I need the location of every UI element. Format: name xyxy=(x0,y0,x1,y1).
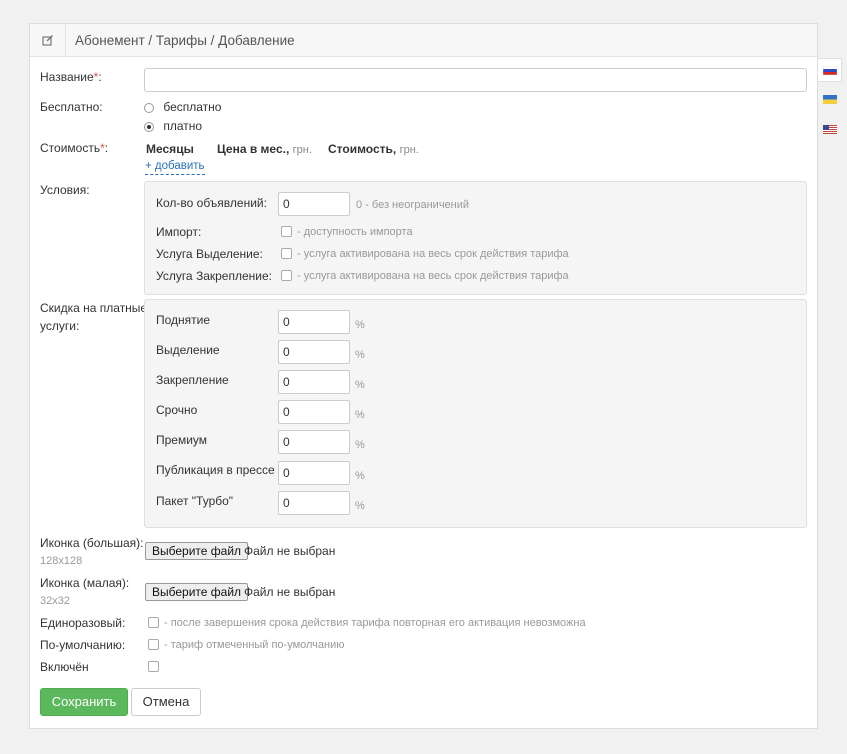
discount-unit: % xyxy=(355,470,365,482)
discount-input-lift[interactable]: 0 xyxy=(278,310,350,334)
discount-input-turbo[interactable]: 0 xyxy=(278,491,350,515)
discount-label-press: Публикация в прессе xyxy=(156,463,275,477)
icon-big-file-status: Файл не выбран xyxy=(244,544,336,558)
one-time-checkbox[interactable] xyxy=(148,617,159,628)
discount-label-premium: Премиум xyxy=(156,433,208,447)
default-hint: - тариф отмеченный по-умолчанию xyxy=(164,639,345,651)
cancel-button[interactable]: Отмена xyxy=(131,688,201,716)
discount-label-turbo: Пакет "Турбо" xyxy=(156,494,234,508)
pin-label: Услуга Закрепление: xyxy=(156,269,272,283)
highlight-checkbox[interactable] xyxy=(281,248,292,259)
panel-header: Абонемент / Тарифы / Добавление xyxy=(30,24,817,57)
pin-checkbox[interactable] xyxy=(281,270,292,281)
radio-free[interactable]: бесплатно xyxy=(144,98,221,116)
highlight-label: Услуга Выделение: xyxy=(156,247,263,261)
ru-flag-icon xyxy=(822,65,837,75)
enabled-checkbox[interactable] xyxy=(148,661,159,672)
icon-big-label: Иконка (большая): xyxy=(40,536,144,550)
discount-unit: % xyxy=(355,349,365,361)
default-checkbox[interactable] xyxy=(148,639,159,650)
one-time-label: Единоразовый: xyxy=(40,616,126,630)
icon-small-size: 32x32 xyxy=(40,595,70,607)
one-time-hint: - после завершения срока действия тарифа… xyxy=(164,617,586,629)
free-label: Бесплатно: xyxy=(40,100,103,114)
conditions-well: Кол-во объявлений: 0 0 - без неограничен… xyxy=(144,181,807,295)
cost-label: Стоимость*: xyxy=(40,141,109,155)
discount-label-line1: Скидка на платные xyxy=(40,301,148,315)
radio-paid[interactable]: платно xyxy=(144,117,202,135)
discount-unit: % xyxy=(355,500,365,512)
discount-well: Поднятие 0 % Выделение 0 % Закрепление 0… xyxy=(144,299,807,528)
import-checkbox[interactable] xyxy=(281,226,292,237)
import-label: Импорт: xyxy=(156,225,202,239)
radio-free-label: бесплатно xyxy=(163,100,222,114)
discount-input-premium[interactable]: 0 xyxy=(278,430,350,454)
discount-input-pin[interactable]: 0 xyxy=(278,370,350,394)
us-flag-icon xyxy=(823,124,837,134)
discount-input-press[interactable]: 0 xyxy=(278,461,350,485)
radio-paid-label: платно xyxy=(163,119,203,133)
discount-label-line2: услуги: xyxy=(40,319,80,333)
col-price: Цена в мес., грн. xyxy=(217,142,312,156)
ua-flag-icon xyxy=(823,94,837,104)
discount-unit: % xyxy=(355,439,365,451)
page-title: Абонемент / Тарифы / Добавление xyxy=(75,32,295,48)
radio-free-button[interactable] xyxy=(144,102,154,113)
edit-icon xyxy=(30,24,66,56)
icon-small-label: Иконка (малая): xyxy=(40,576,130,590)
icon-small-file-button[interactable]: Выберите файл xyxy=(145,583,249,601)
conditions-label: Условия: xyxy=(40,183,90,197)
lang-ua[interactable] xyxy=(818,87,842,111)
lang-us[interactable] xyxy=(818,117,842,141)
ads-count-hint: 0 - без неограничений xyxy=(356,199,470,211)
col-total: Стоимость, грн. xyxy=(328,142,419,156)
name-input[interactable] xyxy=(144,68,807,92)
enabled-label: Включён xyxy=(40,660,89,674)
radio-paid-button[interactable] xyxy=(144,121,154,132)
discount-unit: % xyxy=(355,319,365,331)
icon-small-file-status: Файл не выбран xyxy=(244,585,336,599)
name-label: Название*: xyxy=(40,70,102,84)
discount-input-urgent[interactable]: 0 xyxy=(278,400,350,424)
icon-big-file-button[interactable]: Выберите файл xyxy=(145,542,249,560)
discount-label-urgent: Срочно xyxy=(156,403,198,417)
ads-count-input[interactable]: 0 xyxy=(278,192,350,216)
pin-hint: - услуга активирована на весь срок дейст… xyxy=(297,270,569,282)
form-panel: Абонемент / Тарифы / Добавление Название… xyxy=(29,23,818,729)
import-hint: - доступность импорта xyxy=(297,226,413,238)
discount-unit: % xyxy=(355,379,365,391)
lang-ru[interactable] xyxy=(818,58,842,82)
discount-input-highlight[interactable]: 0 xyxy=(278,340,350,364)
add-cost-link[interactable]: + добавить xyxy=(145,159,205,175)
discount-label-pin: Закрепление xyxy=(156,373,229,387)
discount-label-lift: Поднятие xyxy=(156,313,211,327)
discount-unit: % xyxy=(355,409,365,421)
discount-label-highlight: Выделение xyxy=(156,343,220,357)
save-button[interactable]: Сохранить xyxy=(40,688,128,716)
icon-big-size: 128x128 xyxy=(40,555,83,567)
highlight-hint: - услуга активирована на весь срок дейст… xyxy=(297,248,569,260)
default-label: По-умолчанию: xyxy=(40,638,126,652)
ads-count-label: Кол-во объявлений: xyxy=(156,196,267,210)
col-months: Месяцы xyxy=(146,142,194,156)
